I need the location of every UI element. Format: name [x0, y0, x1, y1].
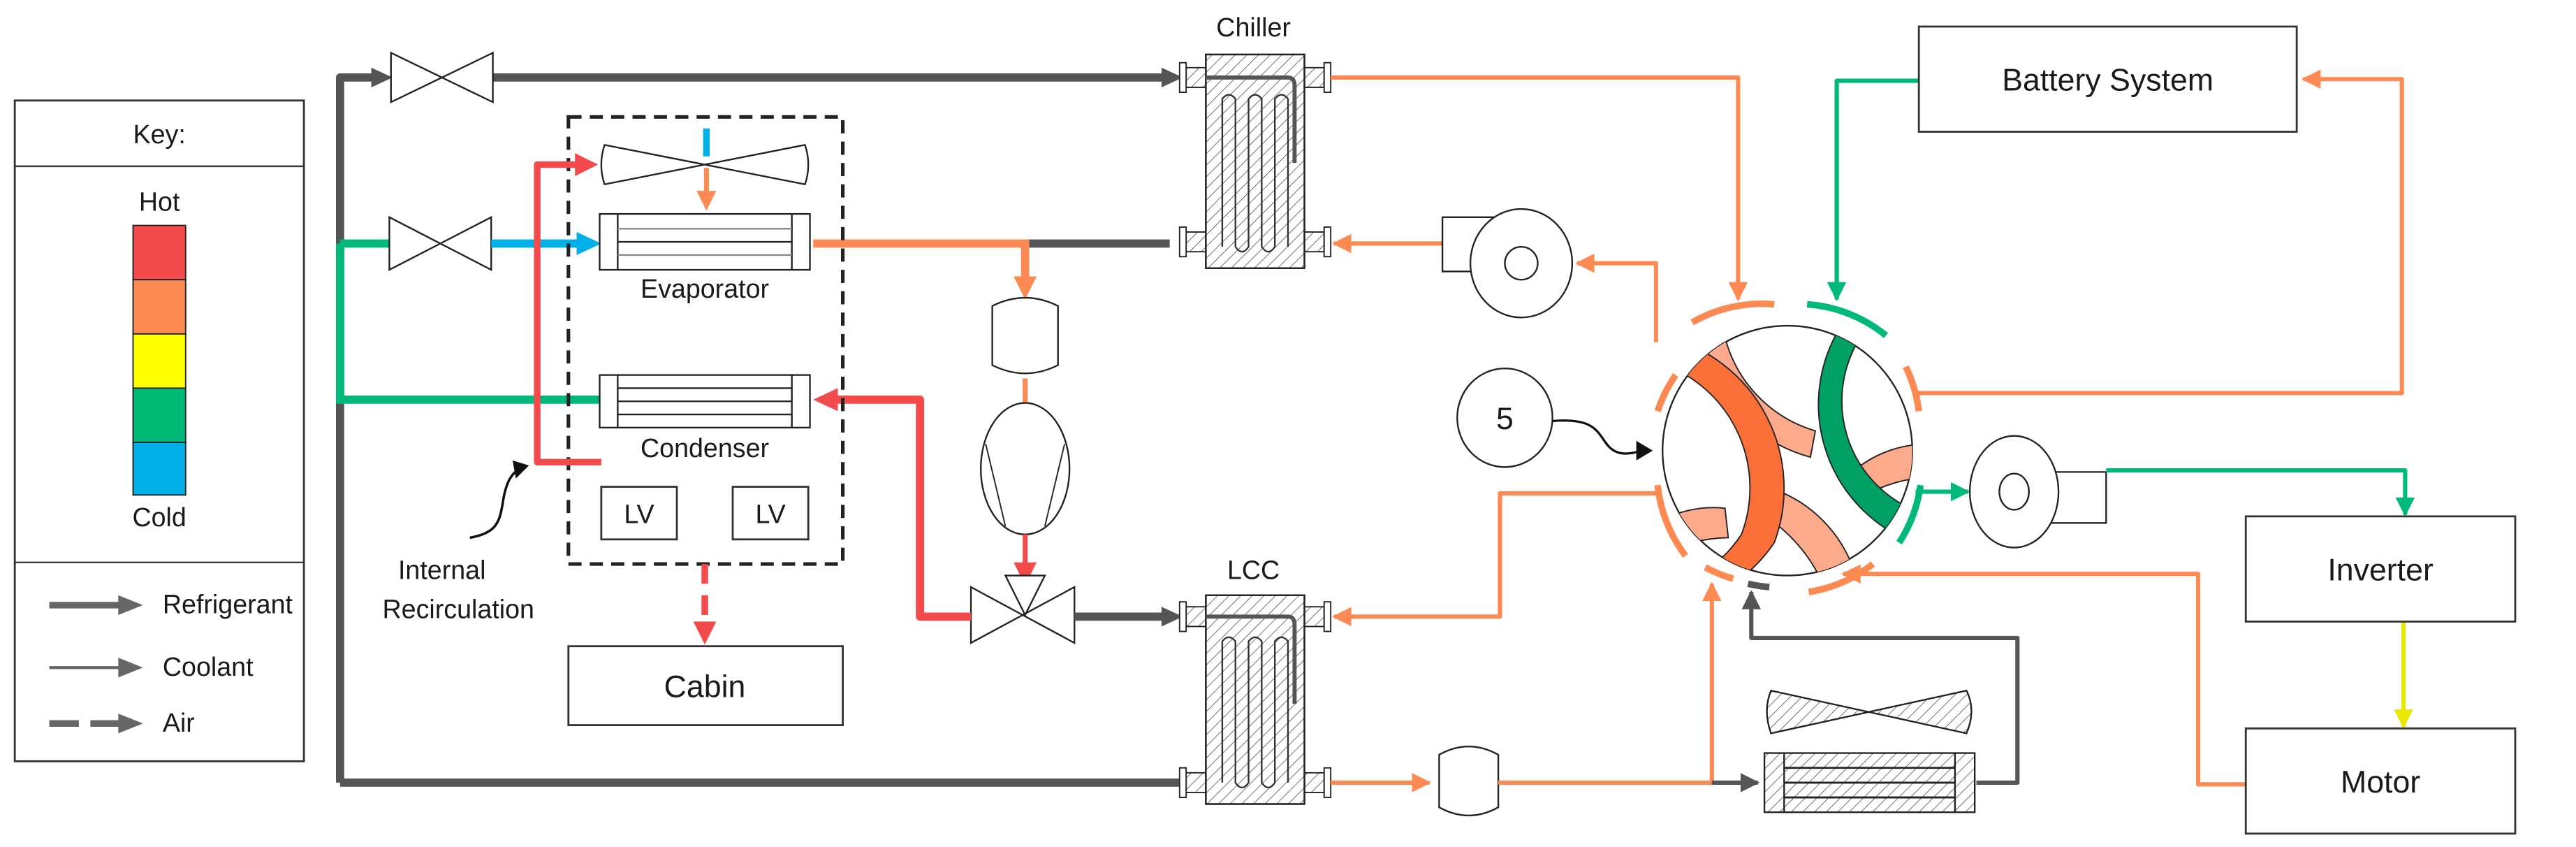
legend-cold-label: Cold	[132, 502, 186, 532]
evaporator-label: Evaporator	[641, 274, 769, 303]
lcc-label: LCC	[1227, 555, 1280, 584]
legend-coolant-label: Coolant	[163, 652, 254, 681]
scale-swatch-hot	[132, 224, 186, 281]
arrow-icon	[696, 191, 717, 211]
refrigerant-pipe-warm	[813, 239, 1030, 280]
valve-number-label: 5	[1496, 402, 1514, 436]
coolant-pipe	[1498, 581, 1722, 785]
coolant-pipe	[1575, 253, 1658, 342]
expansion-valve-chiller[interactable]	[390, 51, 494, 104]
three-way-valve[interactable]	[969, 574, 1076, 644]
recirculation-pointer	[469, 465, 523, 540]
cabin-label: Cabin	[664, 670, 746, 704]
expansion-valve-evaporator[interactable]	[388, 215, 492, 272]
multiway-coolant-valve[interactable]	[1651, 301, 1935, 595]
refrigerant-pipe	[335, 73, 381, 783]
arrow-icon	[371, 67, 393, 88]
refrigerant-pipe-hot	[829, 396, 972, 621]
accumulator[interactable]	[991, 296, 1059, 375]
arrow-icon	[813, 388, 838, 412]
scale-swatch-cool	[132, 387, 186, 443]
coolant-pipe	[2106, 468, 2415, 517]
condenser-label: Condenser	[641, 433, 769, 463]
scale-swatch-cold	[132, 442, 186, 496]
temperature-scale	[132, 224, 186, 496]
radiator-fan[interactable]	[1766, 689, 1973, 734]
lv-right-label: LV	[755, 499, 785, 528]
chiller-label: Chiller	[1216, 13, 1291, 42]
legend-hot-label: Hot	[139, 187, 180, 216]
coolant-reservoir[interactable]	[1438, 746, 1500, 817]
arrow-icon	[575, 153, 599, 177]
thermal-management-diagram: Key: Hot Cold Refrigerant Coolant Air Ev…	[13, 13, 2517, 835]
valve-callout: 5	[1456, 368, 1653, 468]
coolant-pipe	[1332, 491, 1660, 627]
arrow-icon	[512, 460, 529, 479]
legend-air-label: Air	[163, 708, 195, 737]
callout-pointer	[1552, 419, 1644, 455]
evaporator[interactable]	[599, 212, 811, 271]
recirculation-label-line2: Recirculation	[382, 595, 534, 624]
lv-left-label: LV	[624, 499, 654, 528]
legend: Key: Hot Cold Refrigerant Coolant Air	[13, 99, 305, 762]
hvac-module: Evaporator Condenser LV LV Cabin Interna…	[382, 115, 845, 727]
arrow-icon	[1013, 276, 1037, 300]
refrigerant-pipe-cool	[335, 243, 600, 404]
radiator[interactable]	[1763, 752, 1976, 813]
compressor[interactable]	[979, 402, 1071, 535]
lcc[interactable]	[1178, 594, 1332, 805]
coolant-pump-powertrain[interactable]	[1968, 435, 2107, 549]
legend-refrigerant-label: Refrigerant	[163, 590, 293, 619]
condenser[interactable]	[599, 374, 811, 429]
scale-swatch-medium	[132, 333, 186, 389]
chiller[interactable]	[1178, 53, 1332, 269]
motor-label: Motor	[2341, 765, 2420, 799]
arrow-icon	[1636, 440, 1653, 461]
battery-system-label: Battery System	[2002, 64, 2213, 98]
legend-title: Key:	[133, 120, 185, 149]
scale-swatch-warm	[132, 279, 186, 335]
coolant-pump-chiller[interactable]	[1441, 208, 1574, 319]
arrow-icon	[576, 231, 601, 255]
coolant-pipe	[1827, 78, 1919, 302]
inverter-label: Inverter	[2327, 553, 2434, 588]
recirculation-label-line1: Internal	[398, 555, 486, 584]
arrow-icon	[693, 621, 717, 645]
